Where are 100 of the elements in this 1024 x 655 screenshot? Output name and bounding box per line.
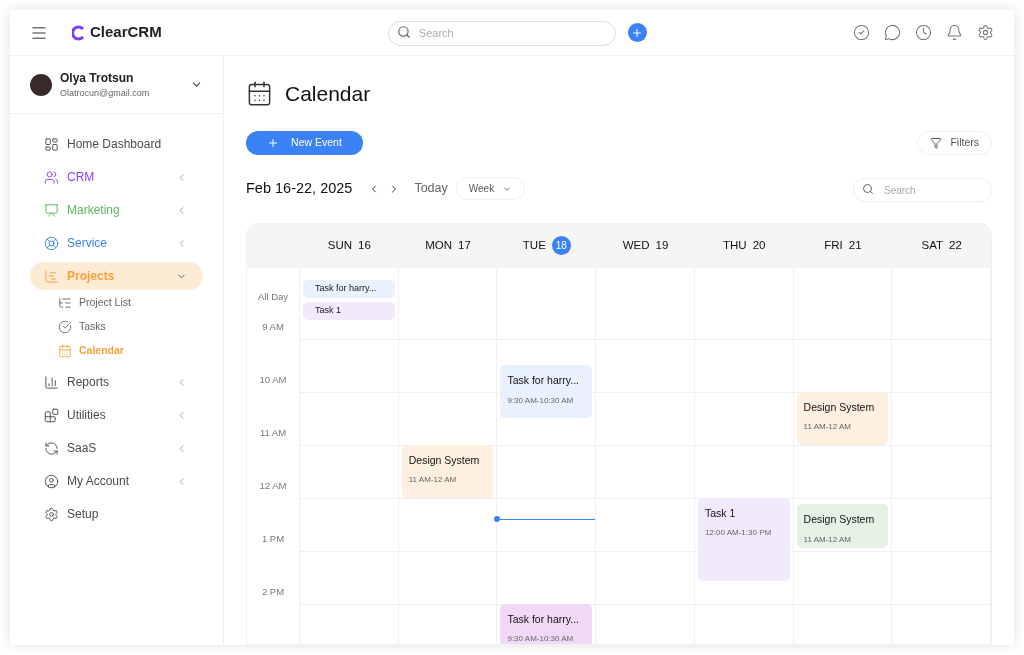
day-heading: WED bbox=[622, 237, 650, 253]
search-field[interactable]: Search bbox=[387, 20, 616, 46]
user-icon bbox=[44, 473, 59, 489]
subnav-item[interactable]: Project List bbox=[58, 293, 203, 312]
logo-icon bbox=[72, 24, 86, 41]
event-card[interactable]: Task 1 12:00 AM-1:30 PM bbox=[697, 497, 790, 581]
event-time: 9:30 AM-10:30 AM bbox=[507, 633, 575, 644]
hour-label: 9 AM bbox=[262, 320, 284, 334]
nav-item[interactable]: CRM bbox=[30, 163, 203, 191]
hour-label: 2 PM bbox=[261, 585, 285, 599]
event-title: Task for harry... bbox=[507, 611, 580, 627]
subnav-item[interactable]: Tasks bbox=[58, 317, 203, 336]
day-date: 17 bbox=[458, 237, 471, 253]
event-card[interactable]: Design System 11 AM-12 AM bbox=[796, 391, 889, 445]
calendar-icon bbox=[246, 80, 273, 108]
event-title: Task for harry... bbox=[507, 373, 580, 388]
filter-icon bbox=[930, 136, 943, 149]
settings-icon[interactable] bbox=[977, 24, 994, 41]
settings-icon bbox=[44, 506, 59, 522]
lifebuoy-icon bbox=[44, 235, 59, 251]
user-name: Olya Trotsun bbox=[60, 69, 135, 87]
day-date: 20 bbox=[752, 237, 766, 253]
logo: ClearCRM bbox=[90, 22, 162, 43]
day-heading: TUE bbox=[522, 237, 546, 253]
hour-label: 10 AM bbox=[259, 373, 287, 387]
event-title: Design System bbox=[803, 511, 876, 527]
presentation-icon bbox=[44, 202, 59, 218]
event-title: Design System bbox=[803, 399, 876, 415]
nav-item[interactable]: Service bbox=[30, 229, 203, 257]
all-day-event[interactable]: Task 1 bbox=[303, 301, 395, 320]
chart-icon bbox=[44, 374, 59, 390]
user-email: Olatrocun@gmail.com bbox=[60, 86, 151, 100]
nav-label: Utilities bbox=[67, 407, 107, 424]
hour-label: 1 PM bbox=[261, 532, 285, 546]
bell-icon[interactable] bbox=[946, 24, 963, 41]
list-icon bbox=[58, 295, 72, 310]
day-date: 21 bbox=[848, 237, 862, 253]
clock-icon[interactable] bbox=[915, 24, 932, 41]
page-title: Calendar bbox=[285, 81, 371, 107]
event-time: 9:30 AM-10:30 AM bbox=[507, 394, 575, 407]
people-icon bbox=[44, 169, 59, 185]
nav-label: SaaS bbox=[67, 440, 98, 457]
all-day-event[interactable]: Task for harry... bbox=[303, 279, 395, 298]
check-icon[interactable] bbox=[853, 24, 870, 41]
nav-label: Projects bbox=[67, 268, 116, 285]
day-heading: SUN bbox=[327, 237, 353, 253]
day-heading: MON bbox=[425, 237, 453, 253]
day-heading: FRI bbox=[824, 237, 843, 253]
avatar bbox=[30, 73, 52, 96]
add-button[interactable] bbox=[627, 23, 647, 42]
event-time: 11 AM-12 AM bbox=[408, 474, 458, 487]
nav-item[interactable]: My Account bbox=[30, 467, 203, 495]
nav-item[interactable]: Reports bbox=[30, 368, 203, 396]
plus-icon bbox=[267, 136, 280, 149]
nav-label: Setup bbox=[67, 506, 100, 523]
nav-label: Marketing bbox=[67, 202, 121, 219]
event-time: 11 AM-12 AM bbox=[803, 421, 853, 434]
nav-label: Reports bbox=[67, 374, 111, 391]
nav-item[interactable]: Setup bbox=[30, 500, 203, 528]
nav-label: CRM bbox=[67, 169, 96, 186]
date-range: Feb 16-22, 2025 bbox=[246, 178, 353, 198]
nav-item[interactable]: Utilities bbox=[30, 401, 203, 429]
today-button[interactable]: Today bbox=[414, 179, 448, 198]
all-day-label: All Day bbox=[257, 289, 289, 304]
nav-label: Service bbox=[67, 235, 108, 252]
nav-item[interactable]: SaaS bbox=[30, 434, 203, 462]
event-time: 11 AM-12 AM bbox=[803, 533, 853, 546]
subnav-label: Calendar bbox=[79, 342, 124, 358]
blocks-icon bbox=[44, 407, 59, 423]
calendar-icon bbox=[58, 343, 72, 358]
event-title: Task 1 bbox=[704, 505, 737, 521]
event-card[interactable]: Design System 11 AM-12 AM bbox=[401, 444, 494, 498]
nav-item[interactable]: Home Dashboard bbox=[30, 130, 203, 158]
day-date: 16 bbox=[358, 237, 371, 253]
search-field[interactable]: Search bbox=[853, 178, 992, 202]
nav-label: My Account bbox=[67, 473, 131, 490]
today-date: 18 bbox=[551, 236, 571, 255]
nav-label: Home Dashboard bbox=[67, 136, 163, 153]
event-time: 12:00 AM-1:30 PM bbox=[704, 527, 773, 540]
day-heading: SAT bbox=[921, 237, 944, 253]
search-icon bbox=[862, 182, 874, 195]
event-card[interactable]: Design System 11 AM-12 AM bbox=[796, 503, 889, 548]
event-title: Design System bbox=[408, 452, 481, 468]
day-heading: THU bbox=[723, 237, 747, 253]
event-card[interactable]: Task for harry... 9:30 AM-10:30 AM bbox=[500, 603, 593, 644]
new-event-button[interactable]: New Event bbox=[246, 130, 363, 155]
hour-label: 12 AM bbox=[259, 479, 287, 493]
subnav-label: Project List bbox=[79, 294, 131, 310]
gantt-icon bbox=[44, 268, 59, 284]
hour-label: 11 AM bbox=[259, 426, 287, 440]
day-date: 19 bbox=[655, 237, 669, 253]
plus-icon bbox=[631, 26, 644, 39]
event-card[interactable]: Task for harry... 9:30 AM-10:30 AM bbox=[500, 365, 593, 418]
day-date: 22 bbox=[949, 237, 962, 253]
subnav-label: Tasks bbox=[79, 318, 106, 334]
chat-icon[interactable] bbox=[884, 24, 901, 41]
check-icon bbox=[58, 319, 72, 334]
dashboard-icon bbox=[44, 136, 59, 152]
search-icon bbox=[396, 25, 411, 39]
refresh-icon bbox=[44, 440, 59, 456]
